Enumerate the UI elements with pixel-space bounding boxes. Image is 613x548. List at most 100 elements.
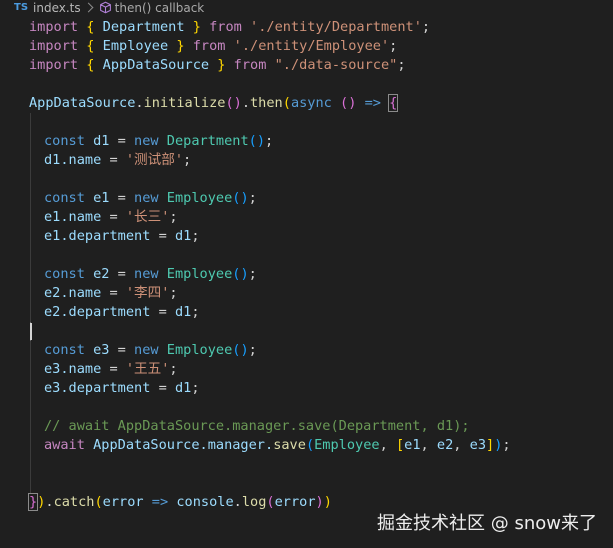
punct: ;: [191, 380, 200, 396]
code-line[interactable]: e1.department = d1;: [0, 227, 613, 246]
keyword: from: [233, 57, 267, 73]
punct: .: [45, 494, 54, 510]
function-name: initialize: [143, 95, 226, 111]
paren: ): [315, 494, 324, 510]
identifier: e2: [44, 285, 61, 301]
indent-guide: [30, 151, 31, 170]
paren: (: [282, 95, 291, 111]
identifier: e3: [44, 361, 61, 377]
code-line-empty[interactable]: [0, 455, 613, 474]
identifier: e1: [44, 209, 61, 225]
type-name: Employee: [166, 342, 233, 358]
paren: ): [323, 494, 332, 510]
indent-guide: [30, 398, 31, 417]
code-line-empty[interactable]: [0, 113, 613, 132]
code-line-empty[interactable]: [0, 246, 613, 265]
indent-guide: [30, 246, 31, 265]
operator: =: [117, 133, 126, 149]
identifier: e1: [44, 228, 61, 244]
indent-guide: [30, 170, 31, 189]
code-line[interactable]: AppDataSource.initialize().then(async ()…: [0, 94, 613, 113]
code-line-empty[interactable]: [0, 75, 613, 94]
punct: ;: [502, 437, 511, 453]
punct: ,: [420, 437, 429, 453]
property: .name: [60, 361, 102, 377]
code-line-empty[interactable]: [0, 398, 613, 417]
breadcrumb-file[interactable]: index.ts: [33, 1, 81, 15]
code-line[interactable]: e1.name = '长三';: [0, 208, 613, 227]
punct: ;: [191, 228, 200, 244]
code-line[interactable]: e3.name = '王五';: [0, 360, 613, 379]
brace: }: [192, 19, 201, 35]
code-line[interactable]: await AppDataSource.manager.save(Employe…: [0, 436, 613, 455]
operator: =: [158, 304, 167, 320]
code-line[interactable]: e2.department = d1;: [0, 303, 613, 322]
brace-matched: }: [27, 493, 39, 511]
keyword: async: [290, 95, 332, 111]
operator: =: [109, 285, 118, 301]
indent-guide: [30, 360, 31, 379]
text-cursor: [30, 323, 32, 340]
paren: (: [305, 437, 315, 453]
property: .name: [60, 209, 102, 225]
punct: ;: [265, 133, 274, 149]
identifier: console: [176, 494, 234, 510]
arrow: =>: [364, 95, 381, 111]
breadcrumb-symbol[interactable]: then() callback: [115, 1, 205, 15]
code-line[interactable]: const e1 = new Employee();: [0, 189, 613, 208]
code-line[interactable]: const e2 = new Employee();: [0, 265, 613, 284]
code-line[interactable]: const e3 = new Employee();: [0, 341, 613, 360]
indent-guide: [30, 417, 31, 436]
punct: ;: [183, 152, 192, 168]
identifier: e2: [436, 437, 454, 453]
code-line[interactable]: e3.department = d1;: [0, 379, 613, 398]
identifier: d1: [93, 133, 110, 149]
code-line[interactable]: import { Department } from './entity/Dep…: [0, 18, 613, 37]
type-name: Employee: [166, 190, 233, 206]
code-line[interactable]: import { Employee } from './entity/Emplo…: [0, 37, 613, 56]
keyword: new: [134, 342, 159, 358]
identifier: e1: [93, 190, 110, 206]
code-area[interactable]: import { Department } from './entity/Dep…: [0, 18, 613, 512]
code-line[interactable]: // await AppDataSource.manager.save(Depa…: [0, 417, 613, 436]
punct: ;: [191, 304, 200, 320]
brace: }: [176, 38, 185, 54]
identifier: error: [274, 494, 316, 510]
string: '王五': [125, 361, 170, 377]
code-line-empty[interactable]: [0, 170, 613, 189]
punct: ;: [169, 209, 178, 225]
operator: =: [109, 209, 118, 225]
string: "./data-source": [274, 57, 398, 73]
cube-icon: [99, 1, 112, 14]
watermark: 掘金技术社区 @ snow来了: [377, 513, 597, 534]
code-line-empty[interactable]: [0, 474, 613, 493]
code-line-active[interactable]: [0, 322, 613, 341]
paren: (): [340, 95, 357, 111]
identifier: d1: [44, 152, 61, 168]
brace: }: [217, 57, 226, 73]
keyword: const: [44, 133, 85, 149]
punct: ;: [169, 285, 178, 301]
indent-guide: [30, 189, 31, 208]
paren: (: [266, 494, 275, 510]
code-line[interactable]: e2.name = '李四';: [0, 284, 613, 303]
keyword: await: [44, 437, 85, 453]
code-line[interactable]: const d1 = new Department();: [0, 132, 613, 151]
keyword: new: [134, 133, 159, 149]
function-name: save: [273, 437, 306, 453]
punct: ;: [248, 266, 257, 282]
operator: =: [109, 152, 118, 168]
keyword: import: [29, 19, 79, 35]
brace: {: [86, 38, 95, 54]
identifier: AppDataSource: [93, 437, 200, 453]
operator: =: [117, 190, 126, 206]
identifier: e3: [44, 380, 61, 396]
punct: ;: [421, 19, 431, 35]
code-line[interactable]: d1.name = '测试部';: [0, 151, 613, 170]
code-line[interactable]: import { AppDataSource } from "./data-so…: [0, 56, 613, 75]
keyword: import: [29, 38, 79, 54]
punct: ;: [248, 342, 257, 358]
operator: =: [117, 342, 126, 358]
bracket: [: [395, 437, 405, 453]
code-editor[interactable]: TS index.ts then() callback import { Dep…: [0, 0, 613, 548]
